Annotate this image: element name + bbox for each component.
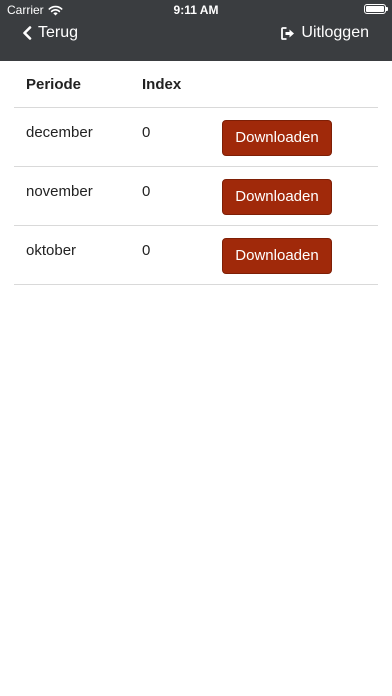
app-header: Carrier 9:11 AM Terug Uitloggen	[0, 0, 392, 61]
status-bar: Carrier 9:11 AM	[0, 0, 392, 20]
column-header-index: Index	[142, 76, 182, 93]
download-button[interactable]: Downloaden	[222, 179, 332, 215]
download-button[interactable]: Downloaden	[222, 238, 332, 274]
logout-button[interactable]: Uitloggen	[281, 24, 369, 42]
navigation-bar: Terug Uitloggen	[0, 20, 392, 61]
column-header-periode: Periode	[26, 76, 82, 93]
index-cell: 0	[142, 124, 151, 141]
period-cell: december	[26, 124, 93, 141]
table-row: december 0 Downloaden	[14, 108, 378, 167]
status-time: 9:11 AM	[173, 3, 219, 17]
download-button[interactable]: Downloaden	[222, 120, 332, 156]
logout-label: Uitloggen	[301, 24, 369, 41]
back-button[interactable]: Terug	[22, 24, 78, 42]
period-cell: november	[26, 183, 93, 200]
index-cell: 0	[142, 183, 151, 200]
chevron-left-icon	[23, 26, 32, 40]
battery-icon	[364, 4, 388, 14]
sign-out-icon	[281, 26, 295, 40]
table-header: Periode Index	[14, 61, 378, 108]
index-cell: 0	[142, 242, 151, 259]
periods-table: Periode Index december 0 Downloaden nove…	[14, 61, 378, 285]
period-cell: oktober	[26, 242, 77, 259]
back-label: Terug	[38, 24, 79, 41]
table-row: oktober 0 Downloaden	[14, 226, 378, 285]
table-row: november 0 Downloaden	[14, 167, 378, 226]
